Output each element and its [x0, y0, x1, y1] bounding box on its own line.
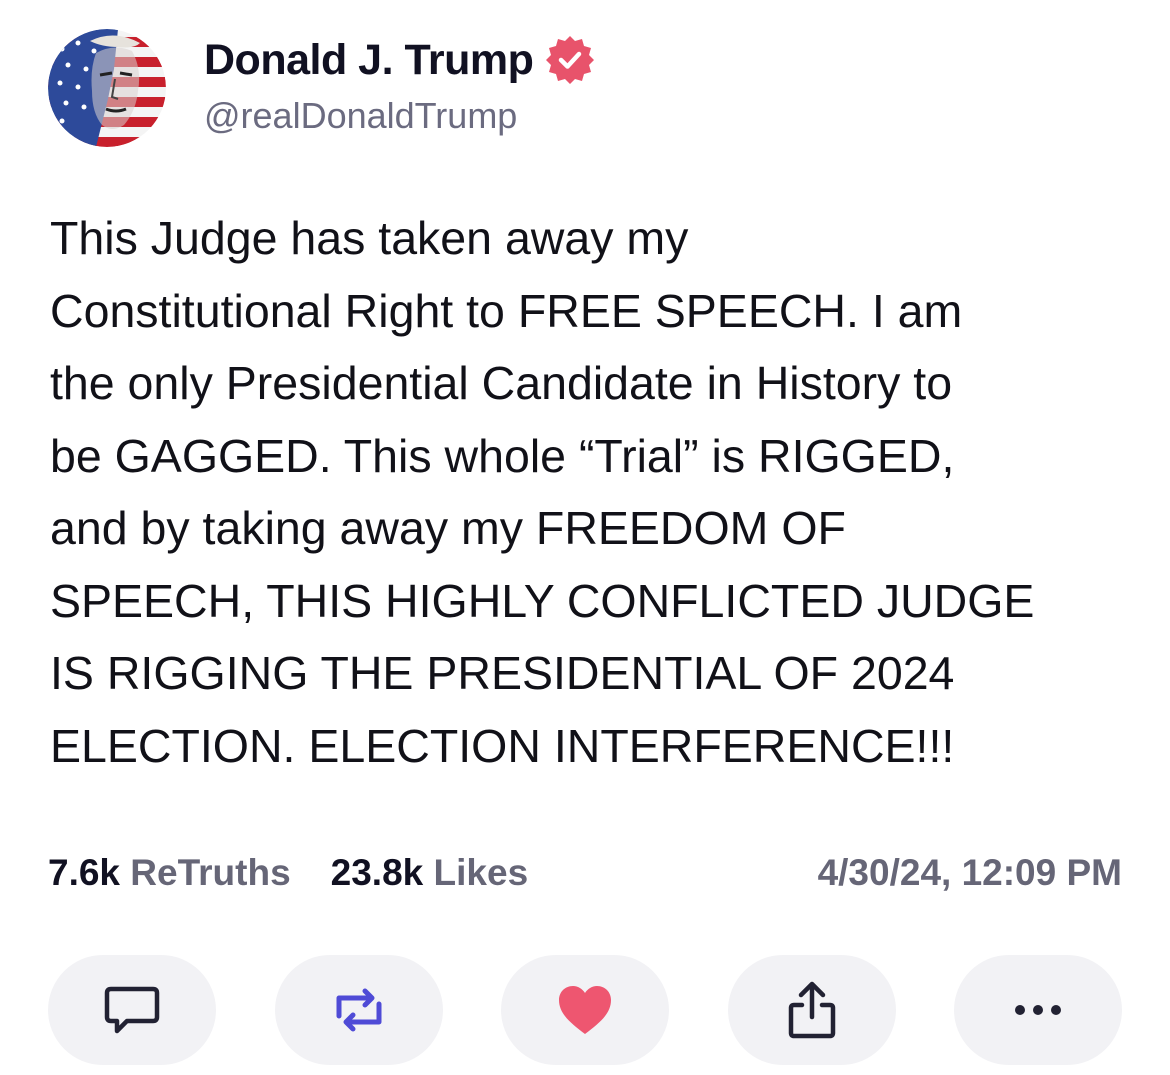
more-options-button[interactable]: [954, 955, 1122, 1065]
share-button[interactable]: [727, 955, 896, 1065]
retruth-button[interactable]: [274, 955, 443, 1065]
likes-count: 23.8k: [330, 852, 424, 893]
post-stats: 7.6k ReTruths 23.8k Likes 4/30/24, 12:09…: [48, 846, 1122, 900]
share-icon: [788, 981, 835, 1039]
likes-label: Likes: [433, 852, 529, 893]
name-row: Donald J. Trump: [204, 33, 595, 87]
retruth-arrows-icon: [336, 988, 381, 1032]
flag-portrait-avatar-icon: [48, 29, 166, 147]
display-name[interactable]: Donald J. Trump: [204, 33, 534, 87]
user-handle[interactable]: @realDonaldTrump: [204, 93, 595, 139]
post-timestamp: 4/30/24, 12:09 PM: [817, 852, 1122, 893]
ellipsis-icon: [1015, 1005, 1061, 1015]
likes-stat[interactable]: 23.8k Likes: [331, 852, 529, 894]
speech-bubble-icon: [104, 986, 160, 1034]
heart-icon: [559, 986, 611, 1034]
retruths-label: ReTruths: [130, 852, 291, 893]
post-text: This Judge has taken away my Constitutio…: [50, 212, 1035, 772]
reply-button[interactable]: [48, 955, 216, 1065]
post-header: Donald J. Trump @realDonaldTrump: [48, 28, 595, 148]
author-identity: Donald J. Trump @realDonaldTrump: [204, 33, 595, 139]
avatar[interactable]: [48, 29, 166, 147]
action-bar: [48, 955, 1122, 1065]
retruths-stat[interactable]: 7.6k ReTruths: [48, 852, 291, 894]
verified-badge-icon: [545, 35, 595, 85]
like-button[interactable]: [501, 955, 669, 1065]
retruths-count: 7.6k: [48, 852, 121, 893]
